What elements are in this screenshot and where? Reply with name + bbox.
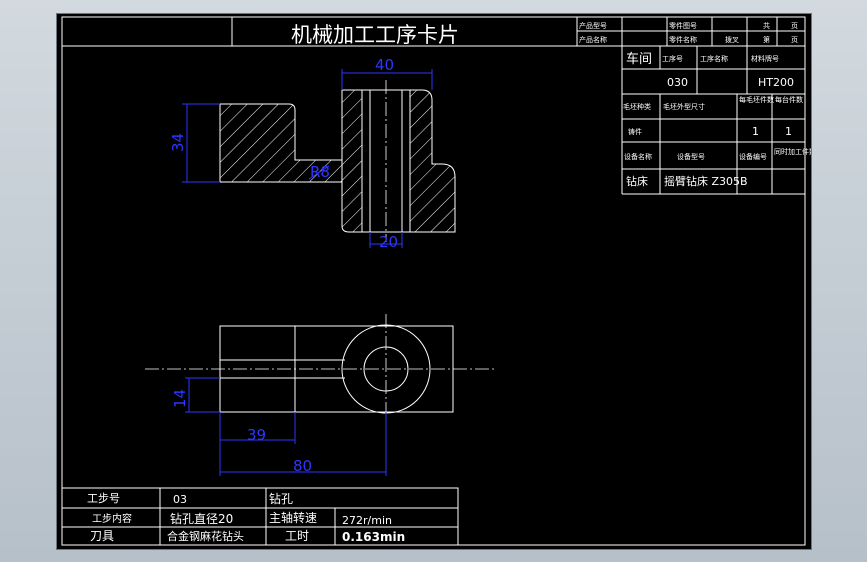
tool-label: 刀具 xyxy=(90,529,114,543)
info-table: 车间 工序号 工序名称 材料牌号 030 HT200 毛坯种类 毛坯外型尺寸 每… xyxy=(621,46,811,195)
part-name-label: 零件名称 xyxy=(669,35,697,44)
part-name-value: 拨叉 xyxy=(725,35,739,44)
dim-slot: 14 xyxy=(171,389,189,408)
equip-model-label: 设备型号 xyxy=(677,152,705,161)
step-no-label: 工步号 xyxy=(87,492,120,505)
material-grade-label: 材料牌号 xyxy=(751,54,779,63)
dim-bottom: 20 xyxy=(379,233,398,251)
blank-type-value: 铸件 xyxy=(628,127,642,136)
parts-per-label: 每台件数 xyxy=(775,95,803,104)
title-block: 机械加工工序卡片 产品型号 产品名称 零件图号 零件名称 拨叉 共 页 第 页 xyxy=(62,17,805,47)
page-label: 页 xyxy=(791,22,798,30)
dim-len-2: 80 xyxy=(293,457,312,475)
dim-height: 34 xyxy=(169,133,187,152)
spindle-value: 272r/min xyxy=(342,514,392,527)
dim-hole: R8 xyxy=(310,163,330,181)
blank-type-label: 毛坯种类 xyxy=(623,102,651,111)
process-card-drawing: 机械加工工序卡片 产品型号 产品名称 零件图号 零件名称 拨叉 共 页 第 页 … xyxy=(61,16,811,546)
drawing-sheet: 机械加工工序卡片 产品型号 产品名称 零件图号 零件名称 拨叉 共 页 第 页 … xyxy=(57,14,811,549)
card-title: 机械加工工序卡片 xyxy=(291,23,459,47)
parts-per-value: 1 xyxy=(785,125,792,138)
step-content-value: 钻孔直径20 xyxy=(170,511,233,526)
workshop-label: 车间 xyxy=(626,51,652,67)
part-drawing-no-label: 零件图号 xyxy=(669,21,697,30)
total-label: 共 xyxy=(763,21,770,30)
dim-len-1: 39 xyxy=(247,426,266,444)
time-value: 0.163min xyxy=(342,530,405,544)
simul-parts-label: 同时加工件数 xyxy=(774,147,811,156)
blank-size-label: 毛坯外型尺寸 xyxy=(663,102,705,111)
spindle-label: 主轴转速 xyxy=(269,510,317,525)
blanks-per-value: 1 xyxy=(752,125,759,138)
process-no-label: 工序号 xyxy=(662,54,683,63)
section-view xyxy=(219,80,456,242)
step-no-value: 03 xyxy=(173,493,187,506)
time-label: 工时 xyxy=(285,529,309,543)
equip-name-label: 设备名称 xyxy=(624,152,652,161)
product-name-label: 产品名称 xyxy=(579,35,607,44)
process-no-value: 030 xyxy=(667,76,688,89)
inner-border xyxy=(61,16,806,546)
plan-view xyxy=(145,314,495,424)
equip-name-value: 钻床 xyxy=(626,174,648,188)
dim-top-width: 40 xyxy=(375,56,394,74)
tool-value: 合金钢麻花钻头 xyxy=(167,529,244,543)
plan-dimensions: 14 39 80 xyxy=(171,377,387,476)
step-table: 工步号 03 钻孔 工步内容 钻孔直径20 主轴转速 272r/min 刀具 合… xyxy=(61,487,459,546)
sheet-label: 第 xyxy=(763,35,770,44)
page-label-2: 页 xyxy=(791,36,798,44)
equip-model-value: 摇臂钻床 Z305B xyxy=(664,174,748,188)
process-name-label: 工序名称 xyxy=(700,54,728,63)
blanks-per-label: 每毛坯件数 xyxy=(739,95,774,104)
equip-no-label: 设备编号 xyxy=(739,152,767,161)
step-content-label: 工步内容 xyxy=(92,512,132,525)
product-model-label: 产品型号 xyxy=(579,21,607,30)
material-value: HT200 xyxy=(758,76,794,89)
op-label: 钻孔 xyxy=(269,491,293,506)
